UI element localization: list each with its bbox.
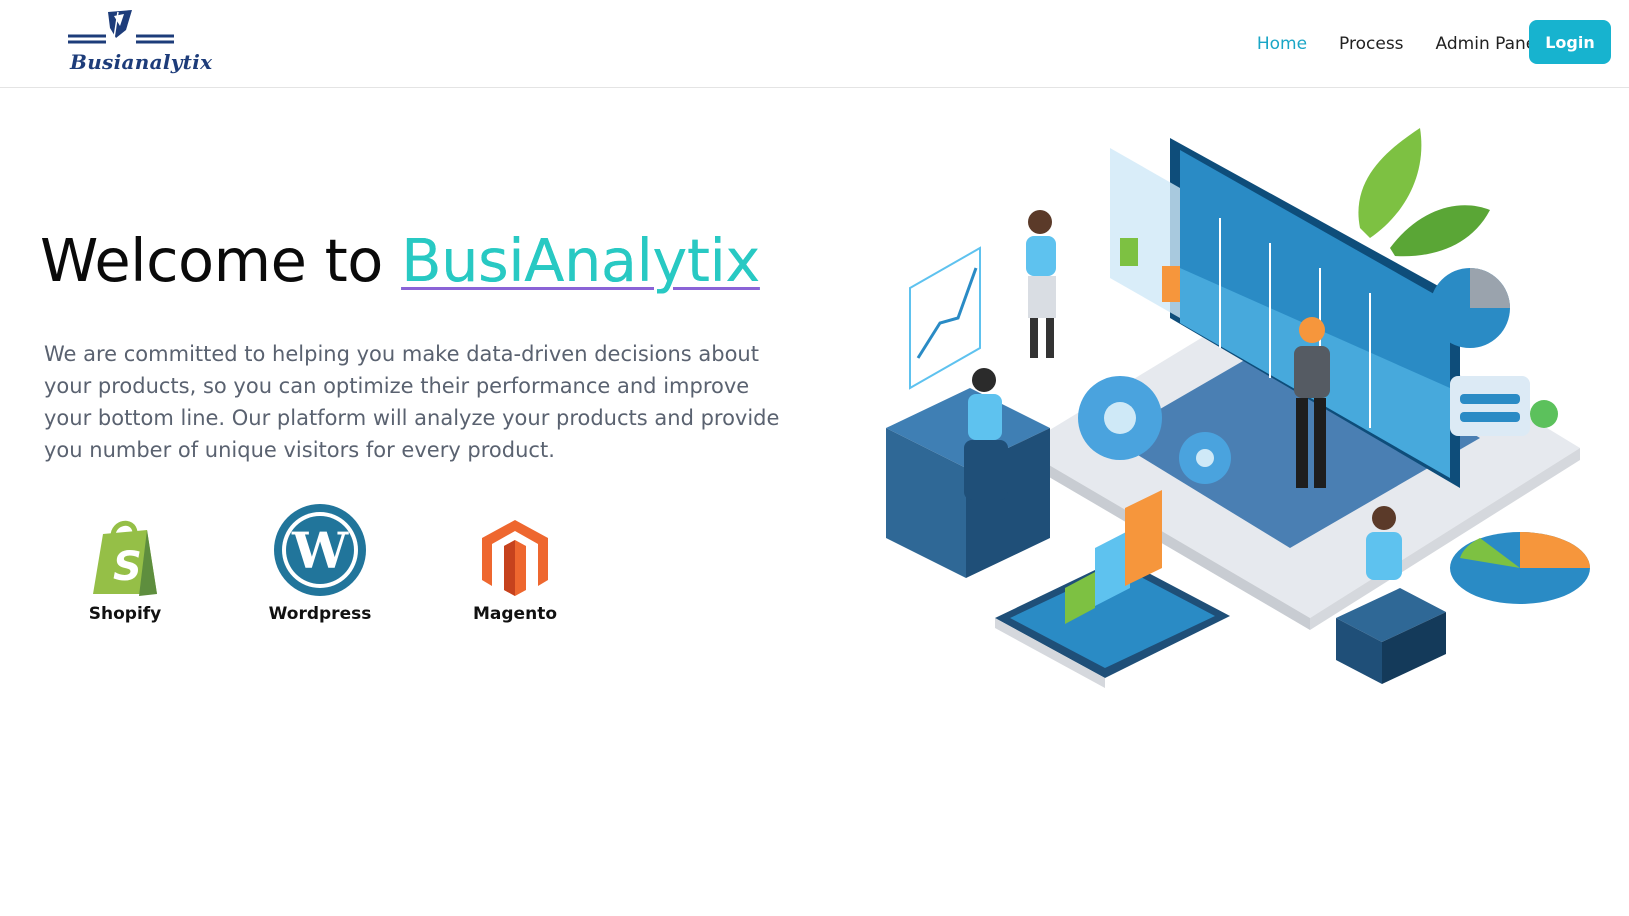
nav-process-link[interactable]: Process	[1339, 34, 1404, 54]
top-navbar: Busianalytix Home Process Admin Panel Lo…	[0, 0, 1629, 88]
hero-title: Welcome to BusiAnalytix	[40, 226, 760, 295]
logo-wordmark: Busianalytix	[70, 50, 213, 74]
main-nav: Home Process Admin Panel	[1257, 0, 1541, 88]
login-button[interactable]: Login	[1529, 20, 1611, 64]
hero-description: We are committed to helping you make dat…	[44, 342, 780, 462]
platform-shopify-label: Shopify	[88, 604, 162, 624]
hero-illustration	[880, 118, 1629, 718]
analytics-illustration-image	[886, 128, 1590, 688]
nav-home-link[interactable]: Home	[1257, 34, 1307, 54]
platform-wordpress: W Wordpress	[255, 502, 385, 624]
platform-magento-label: Magento	[473, 604, 557, 624]
wordpress-icon: W	[274, 504, 366, 596]
platform-magento: Magento	[450, 502, 580, 624]
hero-title-prefix: Welcome to	[40, 226, 402, 295]
magento-icon	[482, 520, 548, 596]
svg-text:W: W	[291, 521, 349, 580]
shopify-icon: S	[93, 520, 157, 596]
platform-shopify: S Shopify	[60, 502, 190, 624]
svg-text:S: S	[113, 544, 142, 590]
logo-emblem-icon	[68, 10, 174, 44]
hero-title-brand: BusiAnalytix	[401, 226, 760, 295]
nav-admin-panel-link[interactable]: Admin Panel	[1436, 34, 1541, 54]
platform-wordpress-label: Wordpress	[268, 604, 372, 624]
platform-list: S Shopify W Wordpress Magento	[60, 502, 620, 632]
brand-logo[interactable]: Busianalytix	[66, 8, 212, 80]
